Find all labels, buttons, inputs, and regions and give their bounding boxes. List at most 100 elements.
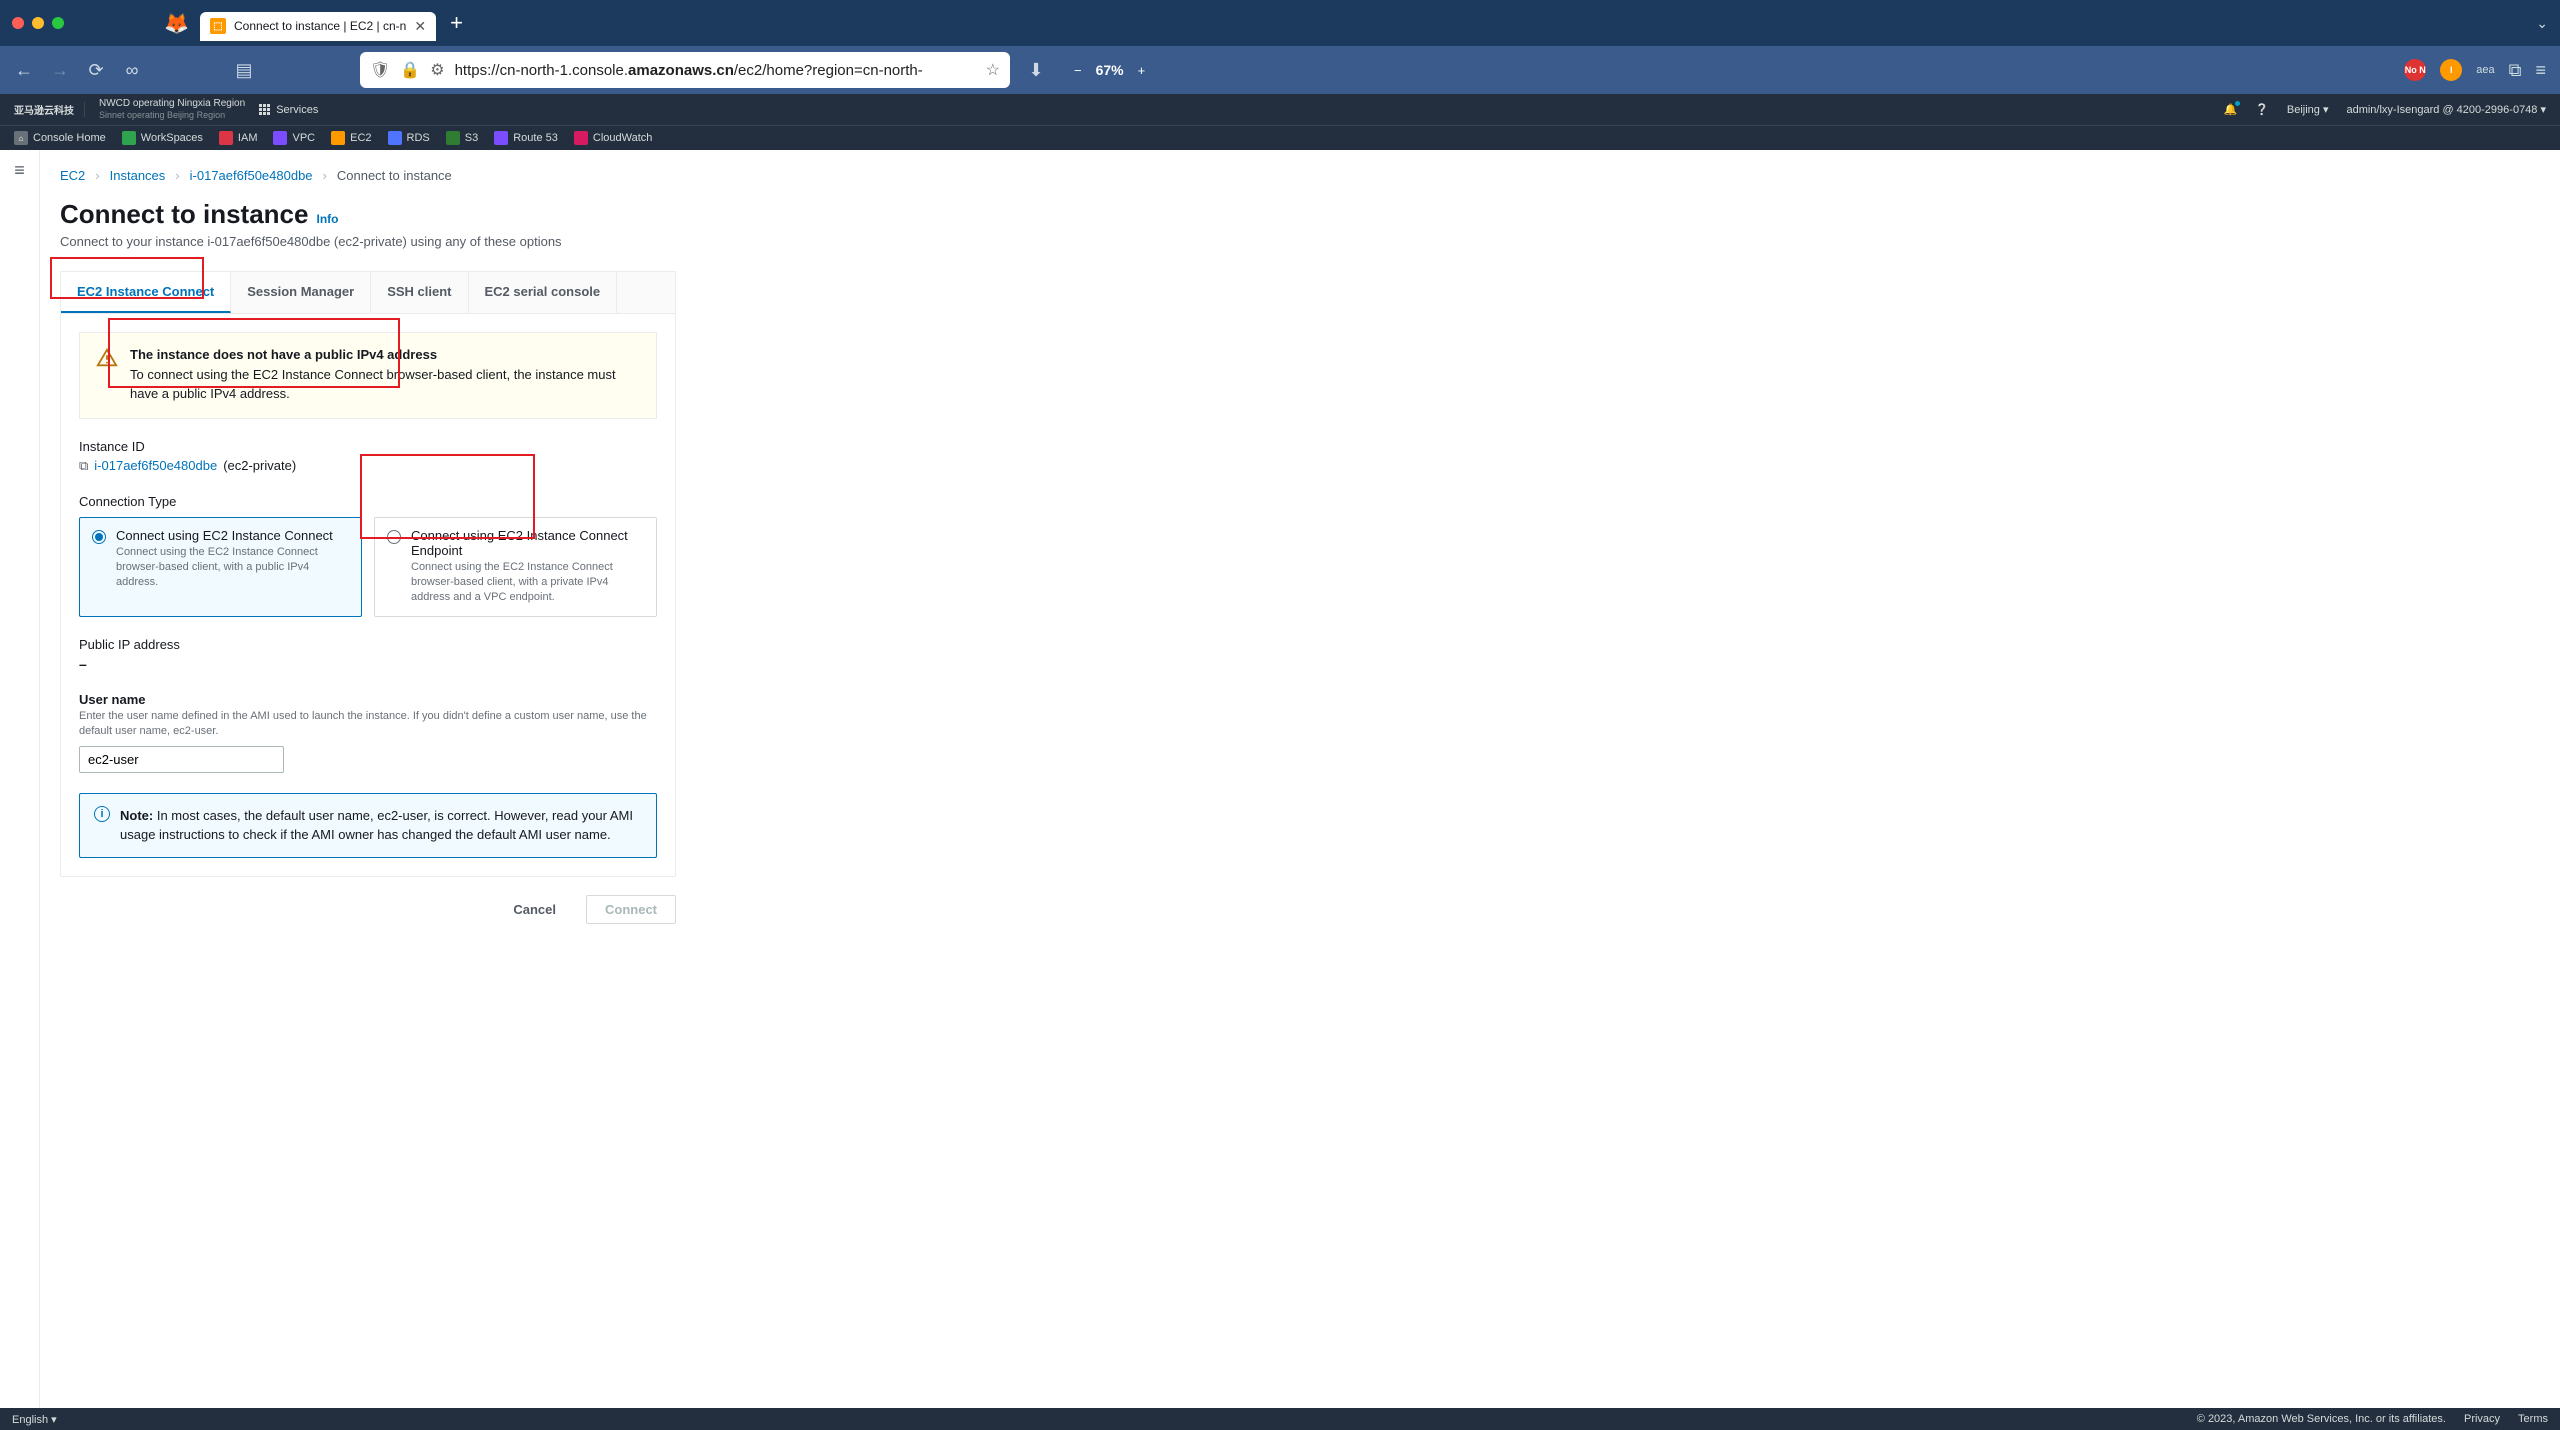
warning-body: To connect using the EC2 Instance Connec… xyxy=(130,366,640,404)
nwcd-line: NWCD operating Ningxia Region xyxy=(99,98,245,110)
forward-button[interactable]: → xyxy=(50,60,70,81)
tab-title: Connect to instance | EC2 | cn-n xyxy=(234,19,406,33)
account-menu[interactable]: admin/lxy-Isengard @ 4200-2996-0748 ▾ xyxy=(2346,103,2546,116)
maximize-window-icon[interactable] xyxy=(52,17,64,29)
aws-primary-nav: 亚马逊云科技 NWCD operating Ningxia Region Sin… xyxy=(0,94,2560,125)
subnav-item[interactable]: Route 53 xyxy=(494,131,558,145)
subnav-item[interactable]: WorkSpaces xyxy=(122,131,203,145)
subnav-item[interactable]: CloudWatch xyxy=(574,131,653,145)
minimize-window-icon[interactable] xyxy=(32,17,44,29)
subnav-label: WorkSpaces xyxy=(141,132,203,144)
aws-footer: English ▾ © 2023, Amazon Web Services, I… xyxy=(0,1408,2560,1430)
breadcrumb-link[interactable]: i-017aef6f50e480dbe xyxy=(190,168,313,183)
note-text: Note: In most cases, the default user na… xyxy=(120,806,642,845)
subnav-label: S3 xyxy=(465,132,478,144)
instance-name-suffix: (ec2-private) xyxy=(223,458,296,473)
services-label: Services xyxy=(276,104,318,116)
aws-logo-block[interactable]: 亚马逊云科技 xyxy=(14,102,85,117)
subnav-label: RDS xyxy=(407,132,430,144)
cancel-button[interactable]: Cancel xyxy=(495,895,574,924)
connection-type-options: Connect using EC2 Instance Connect Conne… xyxy=(79,517,657,617)
zoom-in-button[interactable]: + xyxy=(1138,63,1146,78)
lock-icon[interactable]: 🔒 xyxy=(400,60,420,80)
browser-toolbar: ← → ⟳ ∞ ▤ 🛡 🔒 ⚙ https://cn-north-1.conso… xyxy=(0,46,2560,94)
connection-type-label: Connection Type xyxy=(79,494,657,509)
tab-ssh-client[interactable]: SSH client xyxy=(371,272,468,313)
tab-session-manager[interactable]: Session Manager xyxy=(231,272,371,313)
service-icon xyxy=(219,131,233,145)
help-icon[interactable]: ❔ xyxy=(2255,103,2269,116)
extension-aea[interactable]: aea xyxy=(2476,64,2494,76)
notifications-icon[interactable]: 🔔 xyxy=(2223,103,2237,116)
infinity-icon[interactable]: ∞ xyxy=(122,60,142,81)
permissions-icon[interactable]: ⚙ xyxy=(430,60,444,80)
breadcrumb: EC2 › Instances › i-017aef6f50e480dbe › … xyxy=(60,168,2560,183)
extensions-icon[interactable]: ⧉ xyxy=(2509,60,2522,81)
language-selector[interactable]: English ▾ xyxy=(12,1413,57,1426)
subnav-item[interactable]: VPC xyxy=(273,131,315,145)
browser-tab[interactable]: ⬚ Connect to instance | EC2 | cn-n ✕ xyxy=(200,12,436,41)
breadcrumb-link[interactable]: EC2 xyxy=(60,168,85,183)
close-window-icon[interactable] xyxy=(12,17,24,29)
url-bar[interactable]: 🛡 🔒 ⚙ https://cn-north-1.console.amazona… xyxy=(360,52,1010,88)
firefox-icon: 🦊 xyxy=(164,11,188,35)
extension-badge-red[interactable]: No N xyxy=(2404,59,2426,81)
subnav-item[interactable]: ⌂Console Home xyxy=(14,131,106,145)
subnav-item[interactable]: EC2 xyxy=(331,131,371,145)
breadcrumb-current: Connect to instance xyxy=(337,168,452,183)
connect-button[interactable]: Connect xyxy=(586,895,676,924)
radio-ec2-instance-connect[interactable]: Connect using EC2 Instance Connect Conne… xyxy=(79,517,362,617)
downloads-icon[interactable]: ⬇ xyxy=(1026,60,1046,81)
connect-panel: EC2 Instance Connect Session Manager SSH… xyxy=(60,271,676,877)
reload-button[interactable]: ⟳ xyxy=(86,60,106,81)
extension-icons: No N I aea ⧉ ≡ xyxy=(2404,59,2546,81)
service-icon xyxy=(388,131,402,145)
subnav-item[interactable]: RDS xyxy=(388,131,430,145)
region-selector[interactable]: Beijing ▾ xyxy=(2287,103,2329,116)
copy-icon[interactable]: ⧉ xyxy=(79,458,88,474)
close-tab-icon[interactable]: ✕ xyxy=(414,18,426,35)
extension-badge-orange[interactable]: I xyxy=(2440,59,2462,81)
info-note: i Note: In most cases, the default user … xyxy=(79,793,657,858)
service-icon: ⌂ xyxy=(14,131,28,145)
back-button[interactable]: ← xyxy=(14,60,34,81)
aws-favicon-icon: ⬚ xyxy=(210,18,226,34)
radio-desc: Connect using the EC2 Instance Connect b… xyxy=(116,545,349,591)
subnav-item[interactable]: S3 xyxy=(446,131,478,145)
services-button[interactable]: Services xyxy=(259,104,318,116)
service-icon xyxy=(494,131,508,145)
tabs-dropdown-icon[interactable]: ⌄ xyxy=(2536,15,2548,32)
warning-alert: The instance does not have a public IPv4… xyxy=(79,332,657,419)
side-panel-toggle[interactable]: ≡ xyxy=(0,150,40,1408)
privacy-link[interactable]: Privacy xyxy=(2464,1413,2500,1425)
subnav-item[interactable]: IAM xyxy=(219,131,258,145)
bookmark-star-icon[interactable]: ☆ xyxy=(986,60,1000,80)
action-buttons: Cancel Connect xyxy=(60,895,676,924)
new-tab-button[interactable]: + xyxy=(450,10,463,36)
zoom-controls: − 67% + xyxy=(1074,62,1145,78)
service-icon xyxy=(574,131,588,145)
main-content: EC2 › Instances › i-017aef6f50e480dbe › … xyxy=(40,150,2560,1408)
username-input[interactable] xyxy=(79,746,284,773)
language-label: English xyxy=(12,1414,48,1426)
page-title: Connect to instance xyxy=(60,199,308,230)
terms-link[interactable]: Terms xyxy=(2518,1413,2548,1425)
zoom-out-button[interactable]: − xyxy=(1074,63,1082,78)
breadcrumb-link[interactable]: Instances xyxy=(110,168,166,183)
radio-ec2-connect-endpoint[interactable]: Connect using EC2 Instance Connect Endpo… xyxy=(374,517,657,617)
shield-icon[interactable]: 🛡 xyxy=(370,60,390,80)
instance-id-link[interactable]: i-017aef6f50e480dbe xyxy=(94,458,217,473)
tab-ec2-instance-connect[interactable]: EC2 Instance Connect xyxy=(61,272,231,313)
info-link[interactable]: Info xyxy=(316,212,338,226)
region-label: Beijing xyxy=(2287,104,2320,116)
reader-mode-icon[interactable]: ▤ xyxy=(234,60,254,81)
note-body: In most cases, the default user name, ec… xyxy=(120,808,633,843)
radio-desc: Connect using the EC2 Instance Connect b… xyxy=(411,560,644,606)
chevron-right-icon: › xyxy=(323,168,327,183)
tab-serial-console[interactable]: EC2 serial console xyxy=(469,272,618,313)
public-ip-label: Public IP address xyxy=(79,637,657,652)
instance-id-row: ⧉ i-017aef6f50e480dbe (ec2-private) xyxy=(79,458,657,474)
hamburger-menu-icon[interactable]: ≡ xyxy=(2535,60,2546,81)
info-icon: i xyxy=(94,806,110,822)
url-host: amazonaws.cn xyxy=(628,62,734,79)
